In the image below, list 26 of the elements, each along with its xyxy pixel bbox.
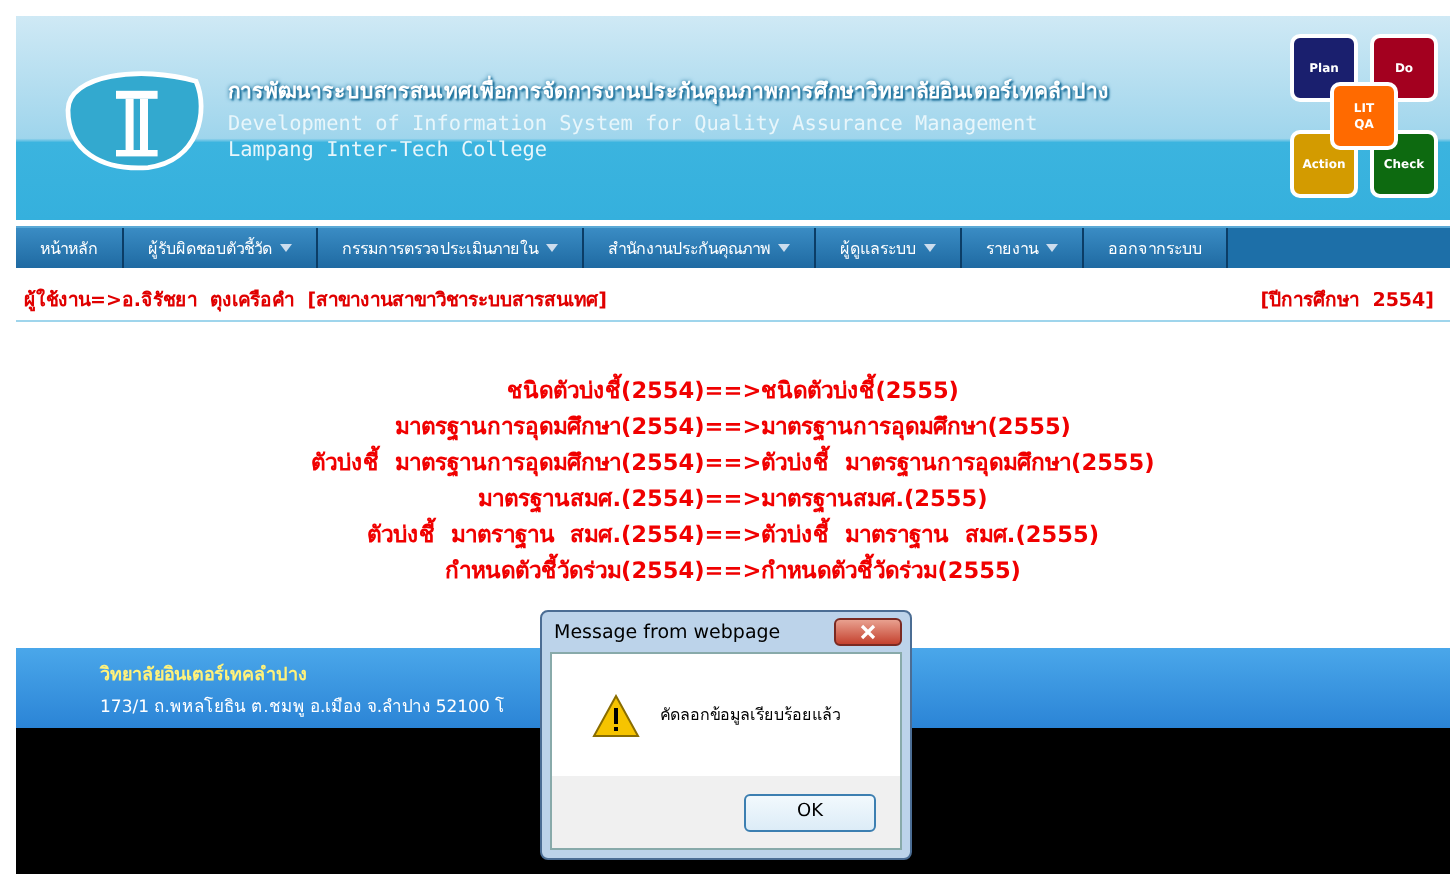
ok-button[interactable]: OK — [744, 793, 876, 831]
nav-menu-item[interactable]: รายงาน — [962, 228, 1084, 268]
academic-year: [ปีการศึกษา 2554] — [1260, 287, 1434, 313]
dialog-title: Message from webpage — [554, 621, 781, 643]
dialog-message: คัดลอกข้อมูลเรียบร้อยแล้ว — [660, 704, 840, 728]
copy-result-line: ชนิดตัวบ่งชี้(2554)==>ชนิดตัวบ่งชี้(2555) — [507, 374, 959, 408]
english-title: Development of Information System for Quality Assurance Management — [228, 114, 1040, 136]
copy-result-line: ตัวบ่งชี้ มาตราฐาน สมศ.(2554)==>ตัวบ่งชี้ มาตราฐาน สมศ.(2555) — [367, 518, 1099, 552]
thai-title: การพัฒนาระบบสารสนเทศเพื่อการจัดการงานประกันคุณภาพการศึกษาวิทยาลัยอินเตอร์เทคลำปาง — [228, 74, 1108, 110]
close-button[interactable] — [834, 618, 902, 646]
nav-menu-item[interactable]: สำนักงานประกันคุณภาพ — [584, 228, 816, 268]
nav-menu-item[interactable]: ผู้รับผิดชอบตัวชี้วัด — [124, 228, 318, 268]
copy-result-line: ตัวบ่งชี้ มาตรฐานการอุดมศึกษา(2554)==>ตัวบ่งชี้ มาตรฐานการอุดมศึกษา(2555) — [311, 446, 1155, 480]
nav-menu-item[interactable]: ผู้ดูแลระบบ — [816, 228, 962, 268]
copy-result-line: มาตรฐานการอุดมศึกษา(2554)==>มาตรฐานการอุดมศึกษา(2555) — [395, 412, 1071, 444]
warning-icon — [592, 693, 640, 737]
footer-college-name: วิทยาลัยอินเตอร์เทคลำปาง — [100, 661, 308, 688]
footer-address: 173/1 ถ.พหลโยธิน ต.ชมพู อ.เมือง จ.ลำปาง 52100 โ — [100, 694, 506, 720]
college-name: Lampang Inter-Tech College — [228, 140, 549, 162]
user-info: ผู้ใช้งาน=>อ.จิรัชยา ตุงเครือคำ [สาขางานสาขาวิชาระบบสารสนเทศ] — [24, 286, 607, 313]
nav-menu-item[interactable]: ออกจากระบบ — [1084, 228, 1228, 268]
nav-menu-item[interactable]: กรรมการตรวจประเมินภายใน — [318, 228, 584, 268]
copy-result-line: กำหนดตัวชี้วัดร่วม(2554)==>กำหนดตัวชี้วัดร่วม(2555) — [445, 554, 1021, 588]
nav-menu-item[interactable]: หน้าหลัก — [16, 228, 124, 268]
close-icon — [860, 624, 876, 640]
copy-result-line: มาตรฐานสมศ.(2554)==>มาตรฐานสมศ.(2555) — [478, 484, 988, 516]
